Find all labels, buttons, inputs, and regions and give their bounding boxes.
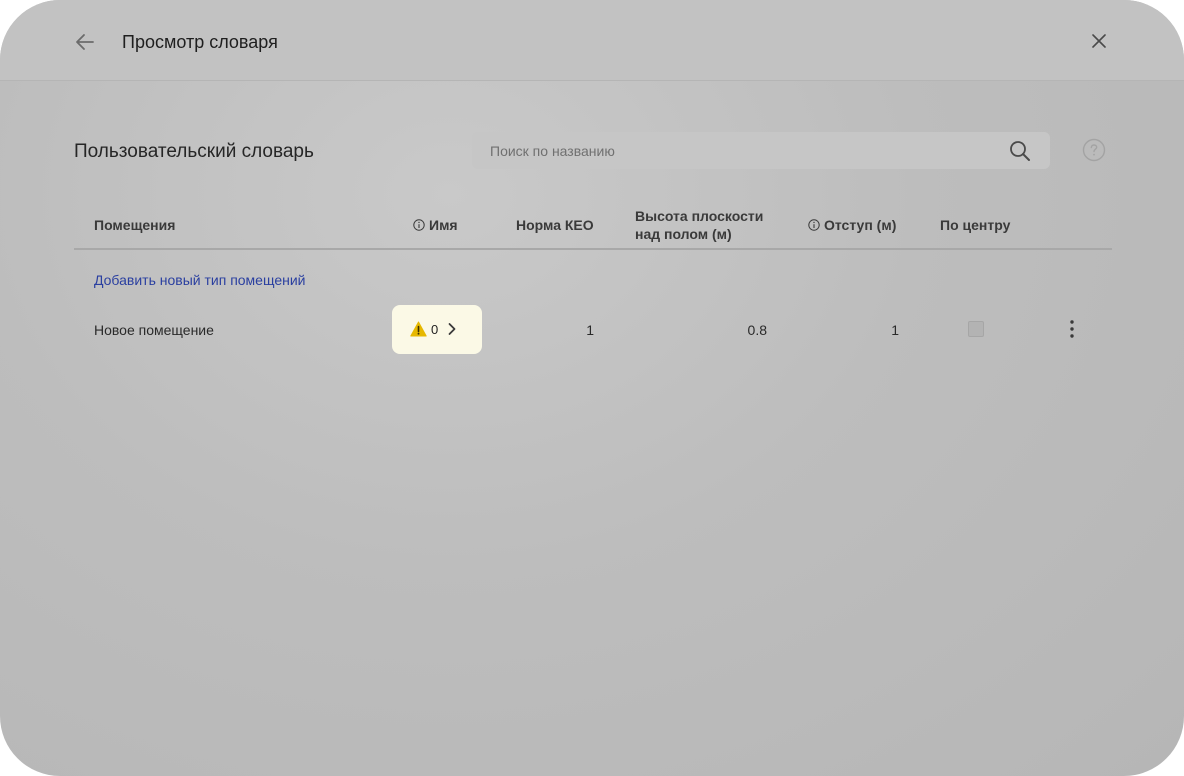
name-warnings-badge[interactable]: 0 (392, 305, 482, 354)
close-icon (1092, 34, 1106, 48)
warning-icon (410, 321, 427, 337)
column-header-name: Имя (413, 216, 458, 234)
arrow-left-icon (76, 34, 94, 50)
column-header-name-label: Имя (429, 217, 458, 233)
centered-checkbox[interactable] (968, 321, 984, 337)
search-box (472, 132, 1050, 169)
question-circle-icon[interactable] (1082, 138, 1106, 162)
warnings-count: 0 (431, 322, 439, 337)
column-header-plane-height: Высота плоскости над полом (м) (635, 207, 763, 243)
info-icon (413, 219, 425, 231)
search-icon[interactable] (1009, 140, 1031, 162)
section-title: Пользовательский словарь (74, 141, 314, 162)
table-header-divider (74, 248, 1112, 250)
column-header-keo-norm: Норма КЕО (516, 217, 594, 233)
plane-height-cell: 0.8 (747, 322, 767, 338)
column-header-plane-height-line1: Высота плоскости (635, 208, 764, 224)
dialog-title: Просмотр словаря (122, 32, 278, 52)
offset-cell: 1 (891, 322, 899, 338)
dictionary-dialog: Просмотр словаря Пользовательский словар… (0, 0, 1184, 776)
chevron-right-icon (448, 323, 456, 335)
more-vertical-icon[interactable] (1062, 317, 1082, 341)
info-icon (808, 219, 820, 231)
add-room-type-link[interactable]: Добавить новый тип помещений (94, 271, 306, 289)
close-button[interactable] (1085, 27, 1113, 55)
column-header-rooms: Помещения (94, 217, 176, 233)
search-input[interactable] (490, 132, 990, 169)
room-name-cell: Новое помещение (94, 322, 214, 338)
back-button[interactable] (70, 27, 100, 57)
column-header-offset: Отступ (м) (808, 216, 896, 234)
column-header-offset-label: Отступ (м) (824, 217, 897, 233)
dialog-header: Просмотр словаря (0, 0, 1184, 81)
column-header-plane-height-line2: над полом (м) (635, 226, 732, 242)
keo-norm-cell: 1 (586, 322, 594, 338)
column-header-centered: По центру (940, 217, 1011, 233)
